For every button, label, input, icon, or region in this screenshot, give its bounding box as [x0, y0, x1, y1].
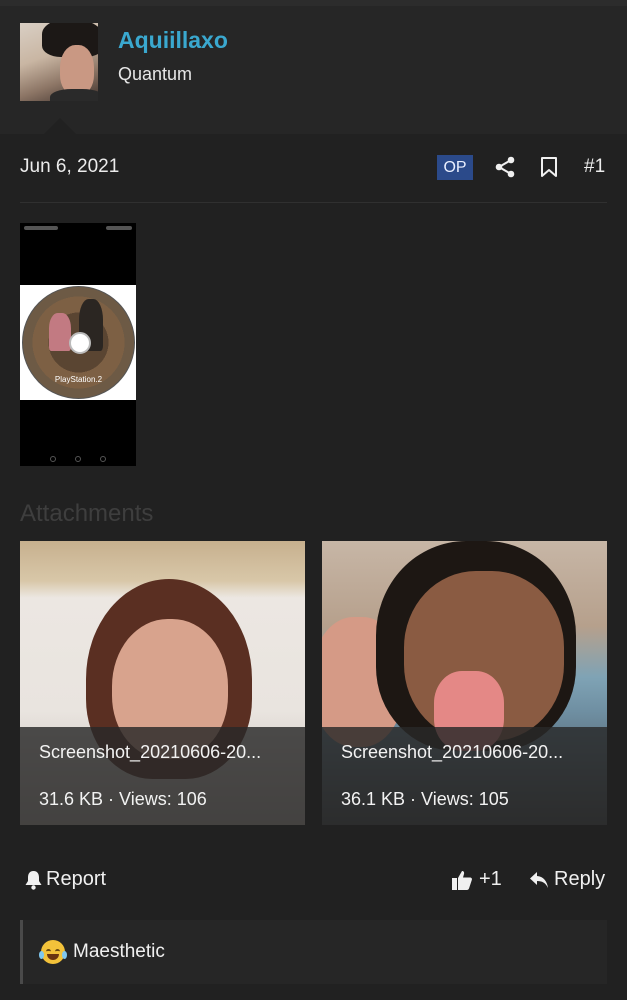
avatar-face [60, 45, 94, 95]
avatar[interactable] [20, 23, 98, 101]
disc-label: PlayStation.2 [54, 375, 103, 384]
post-actions-bar: Report +1 Reply [0, 864, 627, 896]
like-count: +1 [479, 868, 502, 890]
attachment-caption: Screenshot_20210606-20... 36.1 KB · View… [322, 727, 607, 825]
reaction-user-link[interactable]: Maesthetic [73, 941, 165, 963]
divider [20, 202, 607, 203]
share-icon[interactable] [494, 156, 516, 178]
attachment-thumbnail[interactable]: Screenshot_20210606-20... 31.6 KB · View… [20, 541, 305, 825]
phone-status-bar [24, 225, 132, 233]
user-title: Quantum [118, 64, 193, 84]
ps2-disc-image: PlayStation.2 [22, 286, 135, 399]
avatar-shirt [50, 89, 98, 101]
phone-nav-bar [50, 456, 106, 462]
thumbs-up-icon [452, 870, 472, 890]
post-number-link[interactable]: #1 [584, 156, 605, 178]
op-badge: OP [437, 155, 473, 180]
reply-arrow-icon [530, 871, 548, 888]
user-header: Aquiillaxo Quantum [0, 6, 627, 134]
attachment-thumbnail[interactable]: Screenshot_20210606-20... 36.1 KB · View… [322, 541, 607, 825]
like-button[interactable]: +1 [451, 868, 502, 891]
reaction-summary[interactable]: Maesthetic [20, 920, 607, 984]
joy-tears-emoji-icon [39, 940, 67, 964]
username-link[interactable]: Aquiillaxo [118, 27, 228, 54]
attachment-filename: Screenshot_20210606-20... [39, 742, 262, 762]
bell-icon [25, 870, 42, 890]
disc-image-card: PlayStation.2 [20, 285, 136, 400]
embedded-screenshot-image[interactable]: PlayStation.2 [20, 223, 136, 466]
reply-button[interactable]: Reply [529, 868, 605, 891]
attachment-caption: Screenshot_20210606-20... 31.6 KB · View… [20, 727, 305, 825]
bookmark-icon[interactable] [539, 156, 559, 178]
reply-label: Reply [554, 868, 606, 890]
report-label: Report [46, 868, 107, 890]
attachments-heading: Attachments [20, 500, 154, 527]
user-block-pointer [44, 118, 76, 134]
attachment-meta: 36.1 KB · Views: 105 [341, 789, 509, 809]
attachment-filename: Screenshot_20210606-20... [341, 742, 564, 762]
attachment-meta: 31.6 KB · Views: 106 [39, 789, 207, 809]
post-date[interactable]: Jun 6, 2021 [20, 156, 119, 178]
report-button[interactable]: Report [24, 868, 106, 891]
